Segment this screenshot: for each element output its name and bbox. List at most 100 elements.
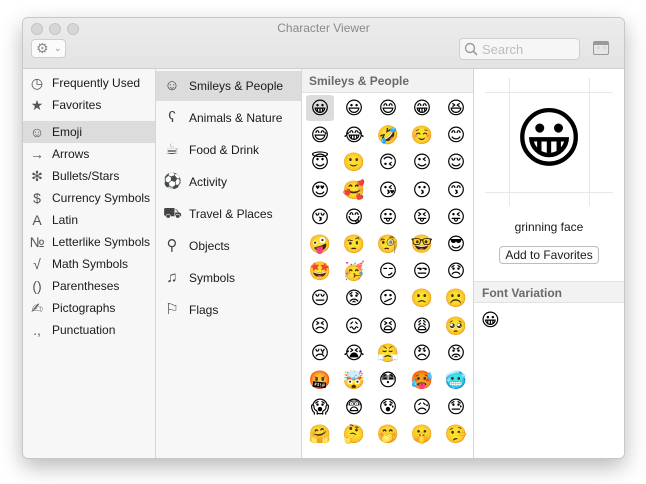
emoji-cell[interactable]: 😨	[340, 394, 368, 420]
emoji-cell[interactable]: 😅	[306, 122, 334, 148]
emoji-cell[interactable]: 😒	[408, 258, 436, 284]
emoji-cell[interactable]: 😆	[442, 95, 470, 121]
sidebar-item[interactable]: () Parentheses	[23, 275, 155, 297]
emoji-cell[interactable]: 🤨	[340, 231, 368, 257]
emoji-cell[interactable]: 😊	[442, 122, 470, 148]
emoji-cell[interactable]: 🥳	[340, 258, 368, 284]
emoji-cell[interactable]: 🤔	[340, 421, 368, 447]
category-item[interactable]: ⚐ Flags	[156, 295, 301, 325]
font-variation-emoji[interactable]: 😀	[481, 309, 503, 331]
emoji-cell[interactable]: 🙂	[340, 149, 368, 175]
emoji-cell[interactable]: 😜	[442, 204, 470, 230]
sidebar-item[interactable]: ✍ Pictographs	[23, 297, 155, 319]
emoji-cell[interactable]: 😙	[442, 177, 470, 203]
category-label: Smileys & People	[189, 79, 284, 93]
emoji-cell[interactable]: 🤬	[306, 367, 334, 393]
emoji-cell[interactable]: 🤩	[306, 258, 334, 284]
emoji-cell[interactable]: 🤥	[442, 421, 470, 447]
emoji-cell[interactable]: 😚	[306, 204, 334, 230]
emoji-cell[interactable]: 😩	[408, 313, 436, 339]
sidebar-item[interactable]: √ Math Symbols	[23, 253, 155, 275]
emoji-cell[interactable]: 😡	[442, 340, 470, 366]
category-item[interactable]: ʕ Animals & Nature	[156, 103, 301, 133]
category-label: Food & Drink	[189, 143, 260, 157]
emoji-cell[interactable]: 🤗	[306, 421, 334, 447]
emoji-cell[interactable]: 😄	[374, 95, 402, 121]
emoji-cell[interactable]: 😤	[374, 340, 402, 366]
emoji-cell[interactable]: 🧐	[374, 231, 402, 257]
emoji-cell[interactable]: 😛	[374, 204, 402, 230]
emoji-cell[interactable]: 🙃	[374, 149, 402, 175]
emoji-cell[interactable]: 😌	[442, 149, 470, 175]
category-item[interactable]: ⚽ Activity	[156, 167, 301, 197]
emoji-cell[interactable]: 😥	[408, 394, 436, 420]
category-item[interactable]: ♫ Symbols	[156, 263, 301, 293]
emoji-cell[interactable]: 😟	[340, 285, 368, 311]
emoji-cell[interactable]: 🤓	[408, 231, 436, 257]
sidebar-item[interactable]: → Arrows	[23, 143, 155, 165]
emoji-cell[interactable]: 😏	[374, 258, 402, 284]
sidebar-item[interactable]: ✻ Bullets/Stars	[23, 165, 155, 187]
emoji-cell[interactable]: 🙁	[408, 285, 436, 311]
emoji-cell[interactable]: 😭	[340, 340, 368, 366]
sidebar-item[interactable]: ., Punctuation	[23, 319, 155, 341]
character-grid-toggle-button[interactable]: ⁘⁘	[593, 41, 609, 55]
emoji-cell[interactable]: 😀	[306, 95, 334, 121]
emoji-cell[interactable]: 🥺	[442, 313, 470, 339]
emoji-cell[interactable]: 😝	[408, 204, 436, 230]
emoji-cell[interactable]: 😳	[374, 367, 402, 393]
emoji-cell[interactable]: 😗	[408, 177, 436, 203]
emoji-cell[interactable]: 😂	[340, 122, 368, 148]
category-item[interactable]: ⚲ Objects	[156, 231, 301, 261]
emoji-cell[interactable]: 🤫	[408, 421, 436, 447]
emoji-cell[interactable]: ☹️	[442, 285, 470, 311]
sidebar-item-label: Math Symbols	[52, 257, 129, 271]
emoji-cell[interactable]: 😱	[306, 394, 334, 420]
emoji-cell[interactable]: 😁	[408, 95, 436, 121]
emoji-cell[interactable]: 😓	[442, 394, 470, 420]
bear-icon: ʕ	[168, 109, 176, 126]
emoji-cell[interactable]: 😉	[408, 149, 436, 175]
emoji-cell[interactable]: 😞	[442, 258, 470, 284]
emoji-cell[interactable]: ☺️	[408, 122, 436, 148]
emoji-cell[interactable]: 😫	[374, 313, 402, 339]
emoji-cell[interactable]: 🥵	[408, 367, 436, 393]
emoji-cell[interactable]: 🤯	[340, 367, 368, 393]
emoji-cell[interactable]: 😣	[306, 313, 334, 339]
emoji-cell[interactable]: 🤭	[374, 421, 402, 447]
add-to-favorites-button[interactable]: Add to Favorites	[499, 246, 599, 264]
action-menu-button[interactable]: ⚙ ⌄	[31, 39, 66, 58]
emoji-cell[interactable]: 🤪	[306, 231, 334, 257]
category-item[interactable]: ☕ Food & Drink	[156, 135, 301, 165]
category-item[interactable]: ⛟ Travel & Places	[156, 199, 301, 229]
emoji-cell[interactable]: 🤣	[374, 122, 402, 148]
search-field[interactable]	[459, 38, 580, 60]
emoji-cell[interactable]: 😢	[306, 340, 334, 366]
sidebar-item-label: Pictographs	[52, 301, 116, 315]
emoji-cell[interactable]: 😔	[306, 285, 334, 311]
sidebar-item[interactable]: ☺ Emoji	[23, 121, 155, 143]
emoji-cell[interactable]: 😕	[374, 285, 402, 311]
emoji-cell[interactable]: 😍	[306, 177, 334, 203]
emoji-cell[interactable]: 😃	[340, 95, 368, 121]
character-detail-panel: 😀 grinning face Add to Favorites Font Va…	[474, 69, 624, 458]
emoji-cell[interactable]: 🥶	[442, 367, 470, 393]
emoji-cell[interactable]: 😘	[374, 177, 402, 203]
guide-line	[485, 92, 613, 93]
emoji-cell[interactable]: 😋	[340, 204, 368, 230]
category-label: Symbols	[189, 271, 236, 285]
search-input[interactable]	[482, 41, 574, 57]
sidebar-item[interactable]: ◷ Frequently Used	[23, 72, 155, 94]
sidebar-item[interactable]: A Latin	[23, 209, 155, 231]
emoji-cell[interactable]: 😖	[340, 313, 368, 339]
sidebar-item[interactable]: ★ Favorites	[23, 94, 155, 116]
category-item[interactable]: ☺ Smileys & People	[156, 71, 301, 101]
pencil-icon: ✍	[31, 300, 43, 316]
sidebar-item[interactable]: № Letterlike Symbols	[23, 231, 155, 253]
emoji-cell[interactable]: 😰	[374, 394, 402, 420]
emoji-cell[interactable]: 😎	[442, 231, 470, 257]
emoji-cell[interactable]: 🥰	[340, 177, 368, 203]
emoji-cell[interactable]: 😇	[306, 149, 334, 175]
emoji-cell[interactable]: 😠	[408, 340, 436, 366]
sidebar-item[interactable]: $ Currency Symbols	[23, 187, 155, 209]
